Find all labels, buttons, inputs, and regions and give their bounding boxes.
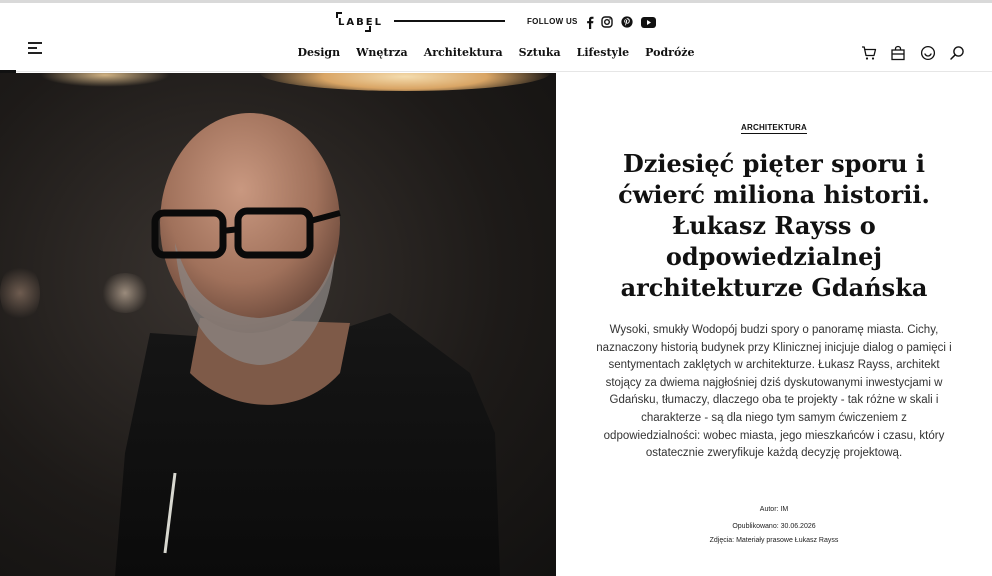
site-header: LABEL FOLLOW US Design Wnętrza Architekt… — [0, 3, 992, 72]
youtube-icon[interactable] — [640, 15, 656, 29]
nav-item-sztuka[interactable]: Sztuka — [519, 46, 561, 59]
follow-us-label: FOLLOW US — [527, 17, 578, 26]
header-divider — [394, 20, 505, 22]
smile-icon[interactable] — [920, 45, 936, 61]
article-author: Autor: IM — [759, 506, 789, 513]
nav-item-design[interactable]: Design — [297, 46, 340, 59]
article-header: ARCHITEKTURA Dziesięć pięter sporu i ćwi… — [556, 73, 992, 576]
article-title: Dziesięć pięter sporu i ćwierć miliona h… — [618, 149, 930, 302]
cart-icon[interactable] — [861, 45, 877, 61]
search-icon[interactable] — [949, 45, 965, 61]
article-published-date: Opublikowano: 30.06.2026 — [732, 523, 816, 530]
logo-text: LABEL — [338, 17, 383, 28]
nav-item-podroze[interactable]: Podróże — [645, 46, 694, 59]
nav-item-wnetrza[interactable]: Wnętrza — [356, 46, 408, 59]
facebook-icon[interactable] — [583, 15, 597, 29]
article-category[interactable]: ARCHITEKTURA — [556, 123, 992, 134]
logo-bracket-bottom — [365, 26, 371, 32]
main-nav: Design Wnętrza Architektura Sztuka Lifes… — [0, 43, 992, 61]
nav-item-architektura[interactable]: Architektura — [424, 46, 503, 59]
portrait-illustration — [115, 113, 500, 576]
hero-portrait — [0, 73, 556, 576]
nav-item-lifestyle[interactable]: Lifestyle — [577, 46, 630, 59]
article-photo-credit: Zdjęcia: Materiały prasowe Łukasz Rayss — [709, 537, 839, 544]
article-lead: Wysoki, smukły Wodopój budzi spory o pan… — [596, 324, 952, 460]
bag-icon[interactable] — [890, 45, 906, 61]
instagram-icon[interactable] — [600, 15, 614, 29]
pinterest-icon[interactable] — [620, 15, 634, 29]
site-logo[interactable]: LABEL — [336, 12, 381, 32]
